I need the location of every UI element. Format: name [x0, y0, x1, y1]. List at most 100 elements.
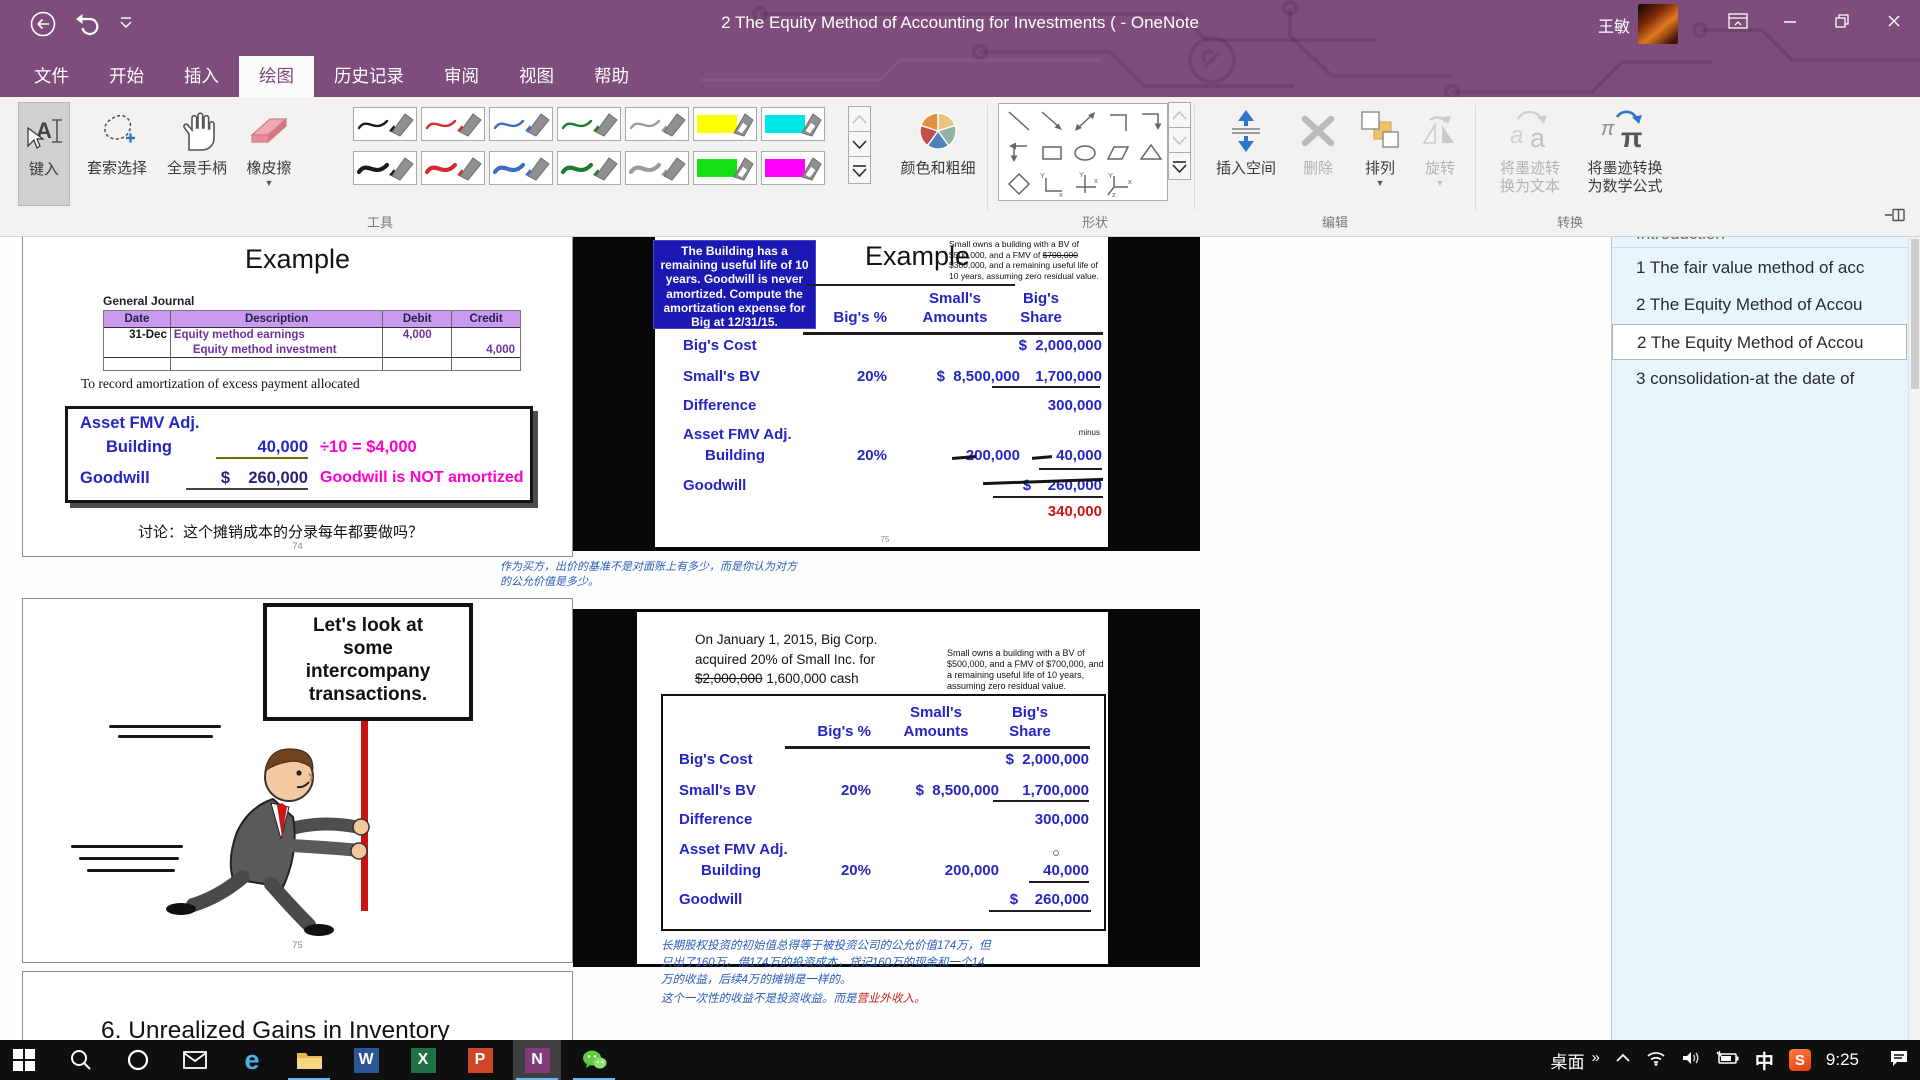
shape-parallelogram-icon[interactable]: [1104, 139, 1132, 172]
arrange-dropdown-icon[interactable]: ▼: [1352, 178, 1408, 188]
pen-swatch-#9b9b9b[interactable]: [625, 107, 689, 141]
taskbar-word-icon[interactable]: W: [342, 1040, 390, 1080]
pen-swatch-#d62b2b[interactable]: [421, 151, 485, 185]
taskbar-file-explorer-icon[interactable]: [285, 1040, 333, 1080]
minimize-button[interactable]: [1764, 0, 1816, 42]
pen-swatch-#1b1b1b[interactable]: [353, 151, 417, 185]
shape-axes-xyz-icon[interactable]: Yxz: [1104, 170, 1132, 203]
pen-swatch-#3d6cc0[interactable]: [489, 107, 553, 141]
panning-hand-button[interactable]: 全景手柄: [158, 102, 236, 206]
shape-diamond-icon[interactable]: [1005, 170, 1033, 203]
lasso-select-button[interactable]: 套索选择: [78, 102, 156, 206]
eraser-button[interactable]: 橡皮擦 ▼: [238, 102, 300, 220]
taskbar-wechat-icon[interactable]: [570, 1040, 618, 1080]
ribbon-tab-历史记录[interactable]: 历史记录: [314, 56, 424, 97]
taskbar-mail-icon[interactable]: [171, 1040, 219, 1080]
sidebar-scrollbar-thumb[interactable]: [1911, 239, 1919, 389]
slide-image-acquisition-calc[interactable]: On January 1, 2015, Big Corp. acquired 2…: [573, 609, 1200, 967]
slide-image-unrealized-gains[interactable]: 6. Unrealized Gains in Inventory: [22, 971, 573, 1040]
slide-image-example-calc[interactable]: The Building has a remaining useful life…: [573, 237, 1200, 551]
pin-ribbon-icon[interactable]: [1884, 207, 1908, 228]
pen-swatch-#1d7a34[interactable]: [557, 107, 621, 141]
shape-ellipse-icon[interactable]: [1071, 139, 1099, 172]
shape-elbow-arrow-left-icon[interactable]: [1005, 139, 1033, 172]
sidebar-scrollbar[interactable]: [1908, 237, 1920, 1040]
shape-triangle-icon[interactable]: [1137, 139, 1165, 172]
pen-swatch-#d62b2b[interactable]: [421, 107, 485, 141]
shape-diagonal-arrow-icon[interactable]: [1038, 108, 1066, 141]
user-avatar[interactable]: [1638, 4, 1678, 44]
sidebar-page-item-1[interactable]: 1 The fair value method of acc: [1612, 250, 1907, 286]
action-center-icon[interactable]: [1888, 1049, 1910, 1072]
battery-icon[interactable]: [1716, 1050, 1740, 1071]
toolbar-chevron-icon[interactable]: »: [1592, 1049, 1600, 1066]
ime-indicator[interactable]: 中: [1755, 1047, 1774, 1074]
desktop-toolbar-label[interactable]: 桌面: [1551, 1048, 1585, 1073]
shape-elbow-arrow-icon[interactable]: [1137, 108, 1165, 141]
highlighter-swatch-#00e5e5[interactable]: [761, 107, 825, 141]
highlighter-swatch-#14e014[interactable]: [693, 151, 757, 185]
gallery-scroll-up-icon[interactable]: [848, 106, 871, 132]
ribbon-tab-文件[interactable]: 文件: [14, 56, 89, 97]
gallery-scroll-down-icon[interactable]: [1168, 127, 1191, 153]
shape-rectangle-icon[interactable]: [1038, 139, 1066, 172]
gallery-scroll-more-icon[interactable]: [1168, 152, 1191, 180]
taskbar-start-icon[interactable]: [0, 1040, 48, 1080]
ribbon-tab-开始[interactable]: 开始: [89, 56, 164, 97]
ribbon-display-options-icon[interactable]: [1712, 0, 1764, 42]
gallery-scroll-more-icon[interactable]: [848, 156, 871, 184]
taskbar-excel-icon[interactable]: X: [399, 1040, 447, 1080]
rotate-button[interactable]: 旋转 ▼: [1412, 102, 1468, 220]
sidebar-page-item-4[interactable]: 3 consolidation-at the date of: [1612, 361, 1907, 397]
back-icon[interactable]: [28, 9, 58, 44]
ribbon-tab-审阅[interactable]: 审阅: [424, 56, 499, 97]
gallery-scroll-down-icon[interactable]: [848, 131, 871, 157]
eraser-dropdown-icon[interactable]: ▼: [238, 178, 300, 188]
slide-image-intercompany-cartoon[interactable]: Let's look atsome intercompanytransactio…: [22, 598, 573, 963]
delete-button[interactable]: 删除: [1292, 102, 1344, 206]
highlighter-swatch-#ffff00[interactable]: [693, 107, 757, 141]
ribbon-tab-视图[interactable]: 视图: [499, 56, 574, 97]
insert-space-button[interactable]: 插入空间: [1206, 102, 1286, 206]
ribbon-tab-插入[interactable]: 插入: [164, 56, 239, 97]
sidebar-page-item-0[interactable]: Introduction: [1612, 237, 1907, 247]
taskbar-cortana-icon[interactable]: [114, 1040, 162, 1080]
signed-in-user[interactable]: 王敏: [1598, 13, 1630, 37]
shape-diagonal-double-arrow-icon[interactable]: [1071, 108, 1099, 141]
ink-to-text-button[interactable]: a a 将墨迹转 换为文本: [1487, 102, 1573, 206]
ribbon-tab-绘图[interactable]: 绘图: [239, 56, 314, 97]
page-canvas[interactable]: Example General Journal Date Description…: [0, 237, 1611, 1040]
shape-axes-xy-icon[interactable]: Yx: [1038, 170, 1066, 203]
color-thickness-button[interactable]: 颜色和粗细: [892, 102, 984, 206]
volume-icon[interactable]: [1681, 1050, 1701, 1071]
quick-access-dropdown-icon[interactable]: [118, 16, 134, 35]
taskbar-onenote-icon[interactable]: N: [513, 1040, 561, 1080]
undo-icon[interactable]: [74, 12, 100, 41]
ink-annotation-2[interactable]: 长期股权投资的初始值总得等于被投资公司的公允价值174万，但只出了160万。借1…: [661, 938, 991, 989]
shape-axes-cross-icon[interactable]: Yx: [1071, 170, 1099, 203]
close-button[interactable]: [1868, 0, 1920, 42]
gallery-scroll-up-icon[interactable]: [1168, 102, 1191, 128]
tray-expand-icon[interactable]: [1615, 1051, 1631, 1069]
clock[interactable]: 9:25: [1826, 1050, 1859, 1070]
taskbar-search-icon[interactable]: [57, 1040, 105, 1080]
wifi-icon[interactable]: [1646, 1050, 1666, 1071]
rotate-dropdown-icon[interactable]: ▼: [1412, 178, 1468, 188]
ribbon-tab-帮助[interactable]: 帮助: [574, 56, 649, 97]
ink-annotation-3[interactable]: 这个一次性的收益不是投资收益。而是营业外收入。: [661, 990, 926, 1006]
taskbar-powerpoint-icon[interactable]: P: [456, 1040, 504, 1080]
ink-to-math-button[interactable]: π π 将墨迹转换 为数学公式: [1577, 102, 1673, 206]
sidebar-page-item-3[interactable]: 2 The Equity Method of Accou: [1612, 324, 1907, 360]
arrange-button[interactable]: 排列 ▼: [1352, 102, 1408, 220]
pen-swatch-#1b1b1b[interactable]: [353, 107, 417, 141]
sogou-pinyin-icon[interactable]: S: [1789, 1049, 1811, 1071]
shape-diagonal-line-icon[interactable]: [1005, 108, 1033, 141]
type-tool-button[interactable]: A 键入: [18, 102, 70, 206]
taskbar-edge-icon[interactable]: e: [228, 1040, 276, 1080]
sidebar-page-item-2[interactable]: 2 The Equity Method of Accou: [1612, 287, 1907, 323]
pen-swatch-#1d7a34[interactable]: [557, 151, 621, 185]
pen-swatch-#9b9b9b[interactable]: [625, 151, 689, 185]
shape-elbow-connector-icon[interactable]: [1104, 108, 1132, 141]
highlighter-swatch-#ff00ff[interactable]: [761, 151, 825, 185]
slide-image-example-journal[interactable]: Example General Journal Date Description…: [22, 237, 573, 557]
